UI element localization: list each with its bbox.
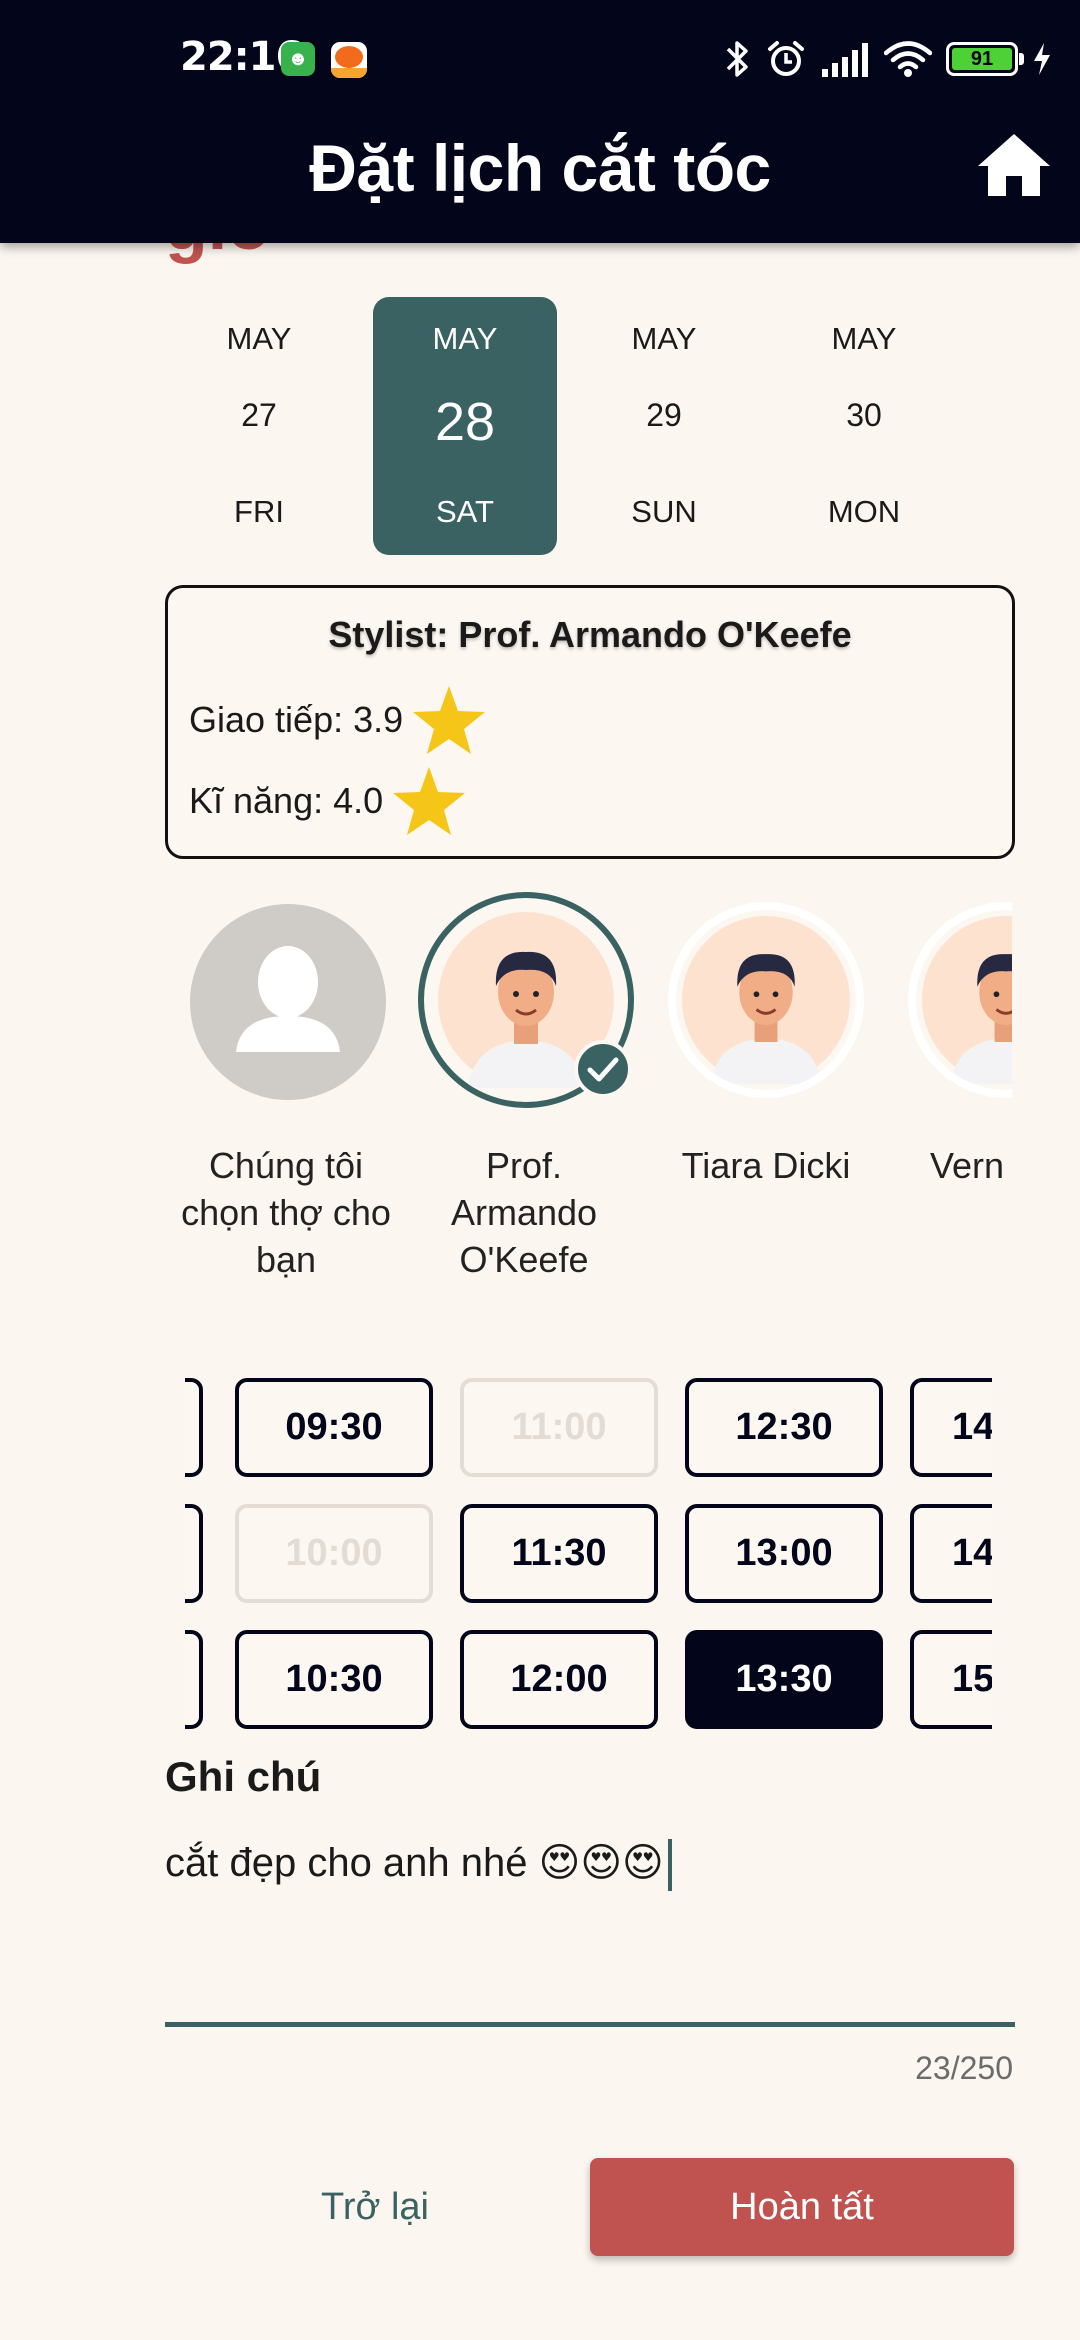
time-slot[interactable]: 10:30 <box>235 1630 433 1729</box>
alarm-icon <box>768 41 804 76</box>
skill-rating-text: Kĩ năng: 4.0 <box>189 780 384 821</box>
date-item-27[interactable]: MAY 27 FRI <box>167 297 351 555</box>
date-month: MAY <box>831 321 897 356</box>
date-month: MAY <box>226 321 292 356</box>
default-user-icon <box>190 904 386 1100</box>
date-picker: MAY 27 FRI MAY 28 SAT MAY 29 SUN MAY 30 … <box>172 297 1032 555</box>
communication-rating-text: Giao tiếp: 3.9 <box>189 699 404 740</box>
date-day: 28 <box>434 392 496 452</box>
wifi-icon <box>884 41 932 77</box>
date-month: MAY <box>631 321 697 356</box>
star-icon <box>413 686 486 754</box>
time-slot[interactable]: 12:00 <box>460 1630 658 1729</box>
stylist-name-label: Tiara Dicki <box>681 1145 851 1186</box>
stylist-item-tiara[interactable]: Tiara Dicki <box>656 890 876 1290</box>
star-icon <box>393 767 466 835</box>
time-slot-disabled: 10:00 <box>235 1504 433 1603</box>
date-month: MAY <box>432 321 498 356</box>
stylist-name: Stylist: Prof. Armando O'Keefe <box>328 614 852 655</box>
note-text: cắt đẹp cho anh nhé 😍😍😍 <box>165 1841 664 1885</box>
skill-rating: Kĩ năng: 4.0 <box>189 766 467 836</box>
charging-icon <box>1034 43 1050 75</box>
time-slot-selected[interactable]: 13:30 <box>685 1630 883 1729</box>
status-bar: 22:16 ☻ 91 <box>0 0 1080 115</box>
date-weekday: SUN <box>631 494 697 529</box>
time-slot-hidden[interactable] <box>185 1504 203 1603</box>
back-button[interactable]: Trở lại <box>245 2158 505 2256</box>
battery-level: 91 <box>952 48 1012 70</box>
date-day: 27 <box>241 397 277 433</box>
status-icons: 91 <box>722 36 1052 82</box>
time-slot-grid: 09:30 10:00 10:30 11:00 11:30 12:00 12:3… <box>185 1375 992 1735</box>
date-item-30[interactable]: MAY 30 MON <box>772 297 956 555</box>
time-slot[interactable]: 09:30 <box>235 1378 433 1477</box>
signal-icon <box>822 43 868 77</box>
time-slot-partial[interactable]: 14 <box>910 1504 992 1603</box>
date-weekday: SAT <box>436 494 494 529</box>
time-slot[interactable]: 12:30 <box>685 1378 883 1477</box>
text-caret <box>667 1839 672 1892</box>
time-slot[interactable]: 13:00 <box>685 1504 883 1603</box>
battery-icon: 91 <box>946 42 1024 76</box>
time-slot-partial[interactable]: 14 <box>910 1378 992 1477</box>
home-icon[interactable] <box>976 130 1052 200</box>
date-day: 29 <box>646 397 682 433</box>
date-weekday: MON <box>827 494 901 529</box>
time-slot[interactable]: 11:30 <box>460 1504 658 1603</box>
complete-button[interactable]: Hoàn tất <box>590 2158 1014 2256</box>
stylist-avatar <box>908 902 1012 1098</box>
stylist-item-armando[interactable]: Prof. Armando O'Keefe <box>414 890 634 1290</box>
page-title: Đặt lịch cắt tóc <box>309 131 771 205</box>
note-label: Ghi chú <box>165 1753 322 1800</box>
date-weekday: FRI <box>234 494 284 529</box>
date-item-29[interactable]: MAY 29 SUN <box>572 297 756 555</box>
communication-rating: Giao tiếp: 3.9 <box>189 685 487 755</box>
stylist-name-label: Vern <box>930 1145 1005 1186</box>
note-underline <box>165 2022 1015 2027</box>
time-slot-hidden[interactable] <box>185 1378 203 1477</box>
stylist-carousel: Chúng tôi chọn thợ cho bạn Prof. Armando… <box>0 890 1012 1290</box>
stylist-item-auto[interactable]: Chúng tôi chọn thợ cho bạn <box>176 890 396 1290</box>
date-item-28[interactable]: MAY 28 SAT <box>373 297 557 555</box>
stylist-name-label: Chúng tôi chọn thợ cho bạn <box>181 1145 391 1280</box>
selected-check-icon <box>574 1040 632 1098</box>
bluetooth-icon <box>726 41 748 77</box>
date-day: 30 <box>846 397 882 433</box>
shopee-app-notification-icon <box>331 42 367 78</box>
stylist-item-vern[interactable]: Vern <box>896 890 1012 1290</box>
time-slot-partial[interactable]: 15 <box>910 1630 992 1729</box>
stylist-avatar <box>668 902 864 1098</box>
note-char-counter: 23/250 <box>915 2050 1013 2086</box>
time-slot-hidden[interactable] <box>185 1630 203 1729</box>
stylist-name-label: Prof. Armando O'Keefe <box>450 1145 598 1280</box>
app-header: 22:16 ☻ 91 Đặt lịch cắt tóc <box>0 0 1080 243</box>
cat-app-notification-icon: ☻ <box>281 42 315 76</box>
time-slot-disabled: 11:00 <box>460 1378 658 1477</box>
note-textarea[interactable]: cắt đẹp cho anh nhé 😍😍😍 <box>165 1835 1015 2025</box>
